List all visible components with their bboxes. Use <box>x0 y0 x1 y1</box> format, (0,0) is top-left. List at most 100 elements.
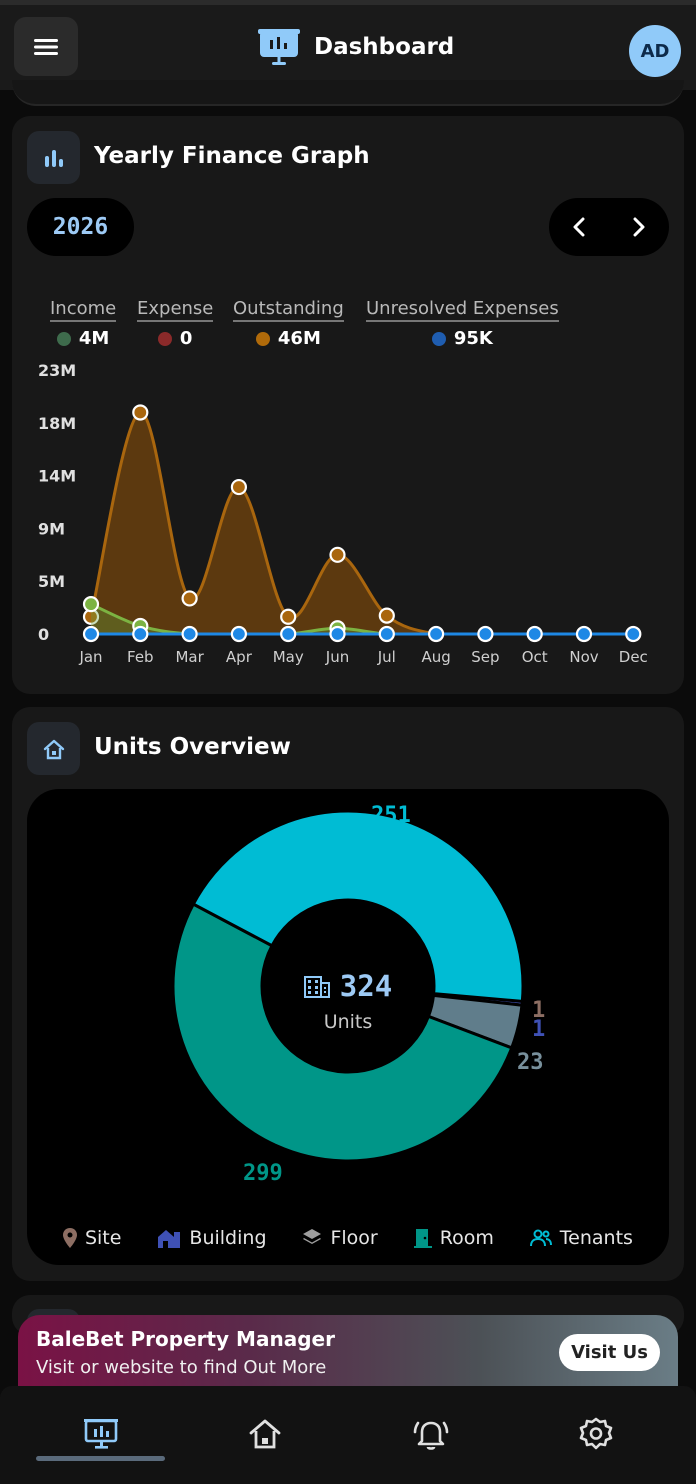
chevron-left-icon <box>573 217 585 237</box>
nav-settings[interactable] <box>572 1410 620 1458</box>
legend-unresolved[interactable]: Unresolved Expenses 95K <box>366 298 559 349</box>
finance-card: Yearly Finance Graph 2026 Income 4M Expe… <box>12 116 684 694</box>
legend-outstanding-dot <box>255 331 270 346</box>
x-tick-label: Apr <box>226 648 253 666</box>
x-tick-label: Jul <box>377 648 396 666</box>
data-point-unresolved-expenses[interactable] <box>575 625 593 643</box>
bottom-navigation <box>0 1386 696 1484</box>
slice-label-room: 299 <box>243 1161 283 1186</box>
units-legend-room-label: Room <box>439 1227 494 1249</box>
data-point-unresolved-expenses[interactable] <box>329 625 346 643</box>
x-tick-label: Oct <box>522 648 548 666</box>
slice-label-floor: 23 <box>517 1050 544 1075</box>
data-point-outstanding[interactable] <box>329 546 346 563</box>
nav-dashboard[interactable] <box>77 1410 125 1458</box>
legend-income-label: Income <box>50 298 117 322</box>
x-tick-label: Sep <box>471 648 499 666</box>
legend-expense-dot <box>157 331 172 346</box>
settings-icon <box>579 1417 613 1450</box>
people-icon <box>529 1229 552 1247</box>
active-tab-indicator <box>36 1456 165 1461</box>
legend-income[interactable]: Income 4M <box>50 298 117 349</box>
y-tick-label: 23M <box>38 361 76 380</box>
avatar[interactable]: AD <box>629 25 681 77</box>
units-legend-site[interactable]: Site <box>62 1227 122 1249</box>
data-point-outstanding[interactable] <box>378 607 395 624</box>
y-tick-label: 14M <box>38 467 76 486</box>
slice-label-building: 1 <box>532 1017 546 1042</box>
data-point-unresolved-expenses[interactable] <box>625 625 642 643</box>
next-year-button[interactable] <box>619 207 659 247</box>
data-point-unresolved-expenses[interactable] <box>230 625 247 643</box>
y-tick-label: 18M <box>38 414 76 433</box>
units-card-title: Units Overview <box>94 734 291 760</box>
presentation-icon <box>258 29 300 65</box>
units-legend-tenants[interactable]: Tenants <box>529 1227 633 1249</box>
previous-year-button[interactable] <box>559 207 599 247</box>
data-point-income[interactable] <box>82 596 100 613</box>
bell-icon <box>413 1421 449 1450</box>
year-selector[interactable]: 2026 <box>27 198 134 256</box>
finance-card-title: Yearly Finance Graph <box>94 143 370 169</box>
nav-notifications[interactable] <box>407 1410 455 1458</box>
data-point-outstanding[interactable] <box>132 404 149 421</box>
donut-center: 324 Units <box>293 969 403 1033</box>
units-legend-site-label: Site <box>84 1227 122 1249</box>
data-point-outstanding[interactable] <box>230 478 247 496</box>
x-tick-label: May <box>273 648 304 666</box>
legend-unresolved-dot <box>431 331 446 346</box>
hamburger-icon <box>34 38 58 55</box>
x-tick-label: Mar <box>175 648 204 666</box>
units-legend: Site Building Floor Room Tenants <box>27 1227 669 1249</box>
visit-us-button[interactable]: Visit Us <box>559 1334 660 1371</box>
units-legend-building[interactable]: Building <box>157 1227 267 1249</box>
nav-home[interactable] <box>241 1410 289 1458</box>
legend-outstanding[interactable]: Outstanding 46M <box>233 298 344 349</box>
x-tick-label: Jan <box>78 648 102 666</box>
units-legend-floor-label: Floor <box>330 1227 378 1249</box>
legend-unresolved-value: 95K <box>453 328 493 349</box>
data-point-outstanding[interactable] <box>280 608 297 625</box>
legend-income-value: 4M <box>78 328 110 349</box>
data-point-unresolved-expenses[interactable] <box>428 625 445 643</box>
units-legend-floor[interactable]: Floor <box>302 1227 378 1249</box>
home-icon <box>249 1419 281 1449</box>
map-pin-icon <box>62 1228 77 1248</box>
brand: Dashboard <box>258 27 454 67</box>
x-tick-label: Jun <box>325 648 349 666</box>
home-icon <box>43 739 64 759</box>
finance-card-icon-box <box>27 131 80 184</box>
year-navigation <box>549 198 669 256</box>
x-tick-label: Feb <box>127 648 154 666</box>
dashboard-icon <box>84 1419 118 1449</box>
units-card-icon-box <box>27 722 80 775</box>
bar-chart-icon <box>44 149 63 167</box>
data-point-unresolved-expenses[interactable] <box>378 625 395 643</box>
units-legend-room[interactable]: Room <box>413 1227 494 1249</box>
units-donut-panel: 324 Units 251 1 1 23 299 Site Building F… <box>27 789 669 1265</box>
legend-outstanding-label: Outstanding <box>233 298 344 322</box>
menu-button[interactable] <box>14 17 78 76</box>
chevron-right-icon <box>633 217 645 237</box>
y-tick-label: 5M <box>38 572 65 591</box>
units-legend-building-label: Building <box>189 1227 267 1249</box>
data-point-unresolved-expenses[interactable] <box>82 625 100 643</box>
x-tick-label: Nov <box>569 648 598 666</box>
layers-icon <box>303 1229 322 1244</box>
building-icon <box>158 1230 181 1248</box>
data-point-unresolved-expenses[interactable] <box>280 625 297 643</box>
page-title: Dashboard <box>314 34 455 60</box>
data-point-unresolved-expenses[interactable] <box>526 625 543 643</box>
banner-title: BaleBet Property Manager <box>36 1327 335 1351</box>
banner-subtitle: Visit or website to find Out More <box>36 1357 327 1378</box>
x-tick-label: Dec <box>619 648 648 666</box>
data-point-unresolved-expenses[interactable] <box>132 625 149 643</box>
data-point-unresolved-expenses[interactable] <box>181 625 198 643</box>
data-point-outstanding[interactable] <box>181 590 198 607</box>
door-icon <box>413 1229 432 1248</box>
legend-expense-value: 0 <box>179 328 193 349</box>
legend-unresolved-label: Unresolved Expenses <box>366 298 559 322</box>
legend-expense[interactable]: Expense 0 <box>137 298 214 349</box>
data-point-unresolved-expenses[interactable] <box>477 625 494 643</box>
y-tick-label: 9M <box>38 519 65 538</box>
